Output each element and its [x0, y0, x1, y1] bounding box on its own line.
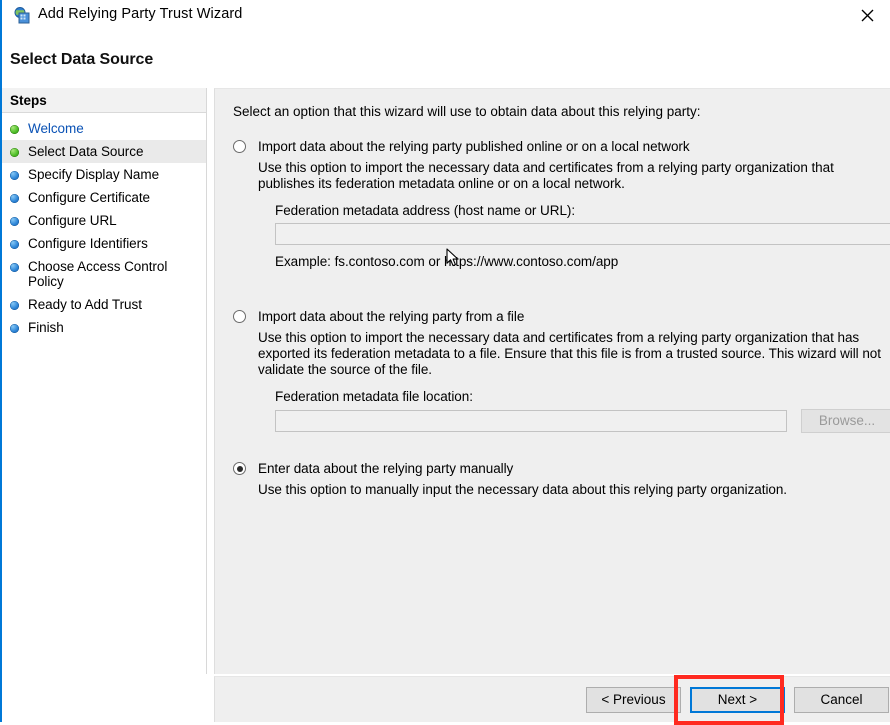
wizard-window: Add Relying Party Trust Wizard Select Da…	[0, 0, 890, 725]
federation-metadata-file-row: Browse...	[275, 409, 890, 433]
step-status-bullet-icon	[10, 324, 19, 333]
step-status-bullet-icon	[10, 301, 19, 310]
option-label: Enter data about the relying party manua…	[258, 461, 514, 476]
step-label: Finish	[28, 320, 64, 335]
close-icon[interactable]	[844, 0, 890, 30]
option-description: Use this option to import the necessary …	[258, 160, 834, 191]
option-enter-manually: Enter data about the relying party manua…	[233, 461, 787, 498]
title-bar: Add Relying Party Trust Wizard	[2, 0, 890, 30]
option-import-file: Import data about the relying party from…	[233, 309, 890, 433]
button-bar: < Previous Next > Cancel	[214, 676, 890, 722]
option-description: Use this option to import the necessary …	[258, 330, 881, 377]
content-panel: Select an option that this wizard will u…	[214, 88, 890, 674]
sidebar-item-select-data-source[interactable]: Select Data Source	[2, 140, 206, 163]
step-status-bullet-icon	[10, 217, 19, 226]
window-title: Add Relying Party Trust Wizard	[38, 6, 243, 22]
sidebar-item-welcome[interactable]: Welcome	[2, 117, 206, 140]
next-button[interactable]: Next >	[690, 687, 785, 713]
federation-metadata-address-label: Federation metadata address (host name o…	[275, 203, 576, 218]
federation-metadata-address-row	[275, 223, 890, 245]
page-title: Select Data Source	[10, 51, 154, 68]
sidebar-item-configure-certificate[interactable]: Configure Certificate	[2, 186, 206, 209]
step-label: Ready to Add Trust	[28, 297, 142, 312]
option-import-file-header[interactable]: Import data about the relying party from…	[233, 309, 890, 324]
steps-list: Welcome Select Data Source Specify Displ…	[2, 113, 206, 339]
sidebar-item-specify-display-name[interactable]: Specify Display Name	[2, 163, 206, 186]
step-status-bullet-icon	[10, 194, 19, 203]
option-enter-manually-header[interactable]: Enter data about the relying party manua…	[233, 461, 787, 476]
federation-metadata-file-input[interactable]	[275, 410, 787, 432]
steps-sidebar: Steps Welcome Select Data Source Specify…	[2, 88, 207, 674]
browse-button[interactable]: Browse...	[801, 409, 890, 433]
radio-import-file[interactable]	[233, 310, 246, 323]
option-description: Use this option to manually input the ne…	[258, 482, 788, 497]
cancel-button[interactable]: Cancel	[794, 687, 889, 713]
option-label: Import data about the relying party from…	[258, 309, 525, 324]
steps-header: Steps	[2, 88, 206, 113]
step-label: Welcome	[28, 121, 84, 136]
sidebar-item-configure-url[interactable]: Configure URL	[2, 209, 206, 232]
step-status-bullet-icon	[10, 148, 19, 157]
step-status-bullet-icon	[10, 263, 19, 272]
option-import-online: Import data about the relying party publ…	[233, 139, 890, 269]
previous-button[interactable]: < Previous	[586, 687, 681, 713]
federation-metadata-file-label: Federation metadata file location:	[275, 389, 473, 404]
sidebar-item-configure-identifiers[interactable]: Configure Identifiers	[2, 232, 206, 255]
instruction-text: Select an option that this wizard will u…	[233, 104, 701, 119]
steps-header-label: Steps	[10, 92, 47, 108]
wizard-shield-icon	[14, 7, 31, 24]
step-label: Configure URL	[28, 213, 117, 228]
sidebar-item-choose-access-control-policy[interactable]: Choose Access Control Policy	[2, 255, 206, 293]
federation-metadata-address-input[interactable]	[275, 223, 890, 245]
step-status-bullet-icon	[10, 171, 19, 180]
step-label: Configure Identifiers	[28, 236, 148, 251]
option-label: Import data about the relying party publ…	[258, 139, 690, 154]
sidebar-item-finish[interactable]: Finish	[2, 316, 206, 339]
radio-import-online[interactable]	[233, 140, 246, 153]
step-status-bullet-icon	[10, 125, 19, 134]
federation-metadata-address-example: Example: fs.contoso.com or https://www.c…	[275, 254, 619, 269]
radio-enter-manually[interactable]	[233, 462, 246, 475]
option-import-online-header[interactable]: Import data about the relying party publ…	[233, 139, 890, 154]
step-label: Select Data Source	[28, 144, 144, 159]
step-label: Configure Certificate	[28, 190, 151, 205]
step-label: Choose Access Control Policy	[28, 259, 168, 289]
sidebar-item-ready-to-add-trust[interactable]: Ready to Add Trust	[2, 293, 206, 316]
step-label: Specify Display Name	[28, 167, 160, 182]
step-status-bullet-icon	[10, 240, 19, 249]
